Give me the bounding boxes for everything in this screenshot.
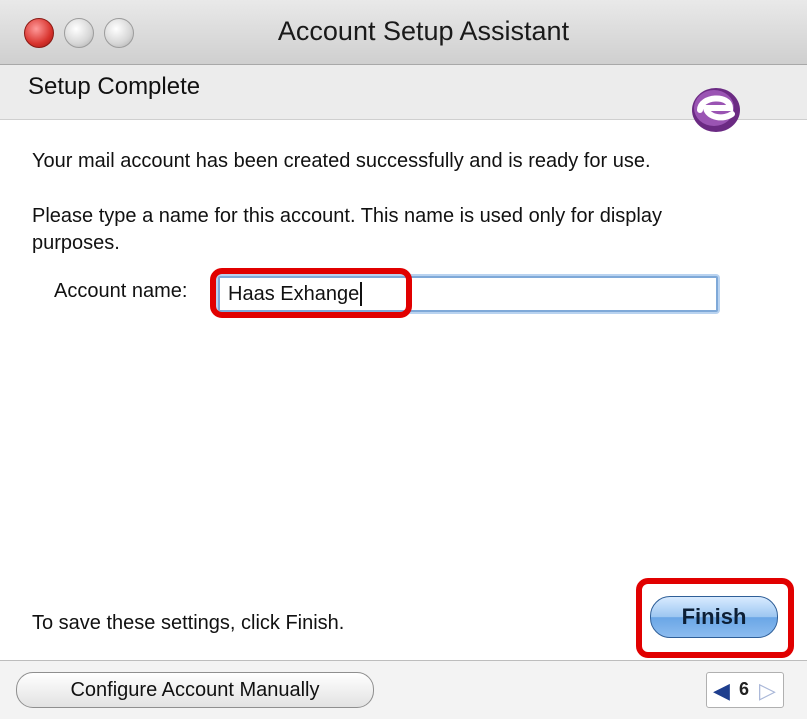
account-name-highlight — [210, 268, 412, 318]
finish-highlight — [636, 578, 794, 658]
entourage-logo-icon — [692, 88, 740, 132]
title-bar: Account Setup Assistant — [0, 0, 807, 65]
instruction-text: Please type a name for this account. Thi… — [32, 205, 662, 254]
page-title: Setup Complete — [28, 73, 201, 100]
configure-manually-button[interactable]: Configure Account Manually — [16, 672, 374, 708]
previous-page-icon[interactable]: ◀ — [713, 678, 730, 704]
window-title: Account Setup Assistant — [277, 16, 570, 46]
account-name-label: Account name: — [54, 280, 188, 302]
finish-instruction: To save these settings, click Finish. — [32, 612, 345, 634]
page-navigator: ◀ 6 ▷ — [706, 672, 784, 708]
page-number: 6 — [739, 679, 750, 699]
success-message: Your mail account has been created succe… — [32, 150, 651, 172]
next-page-icon[interactable]: ▷ — [759, 678, 776, 704]
